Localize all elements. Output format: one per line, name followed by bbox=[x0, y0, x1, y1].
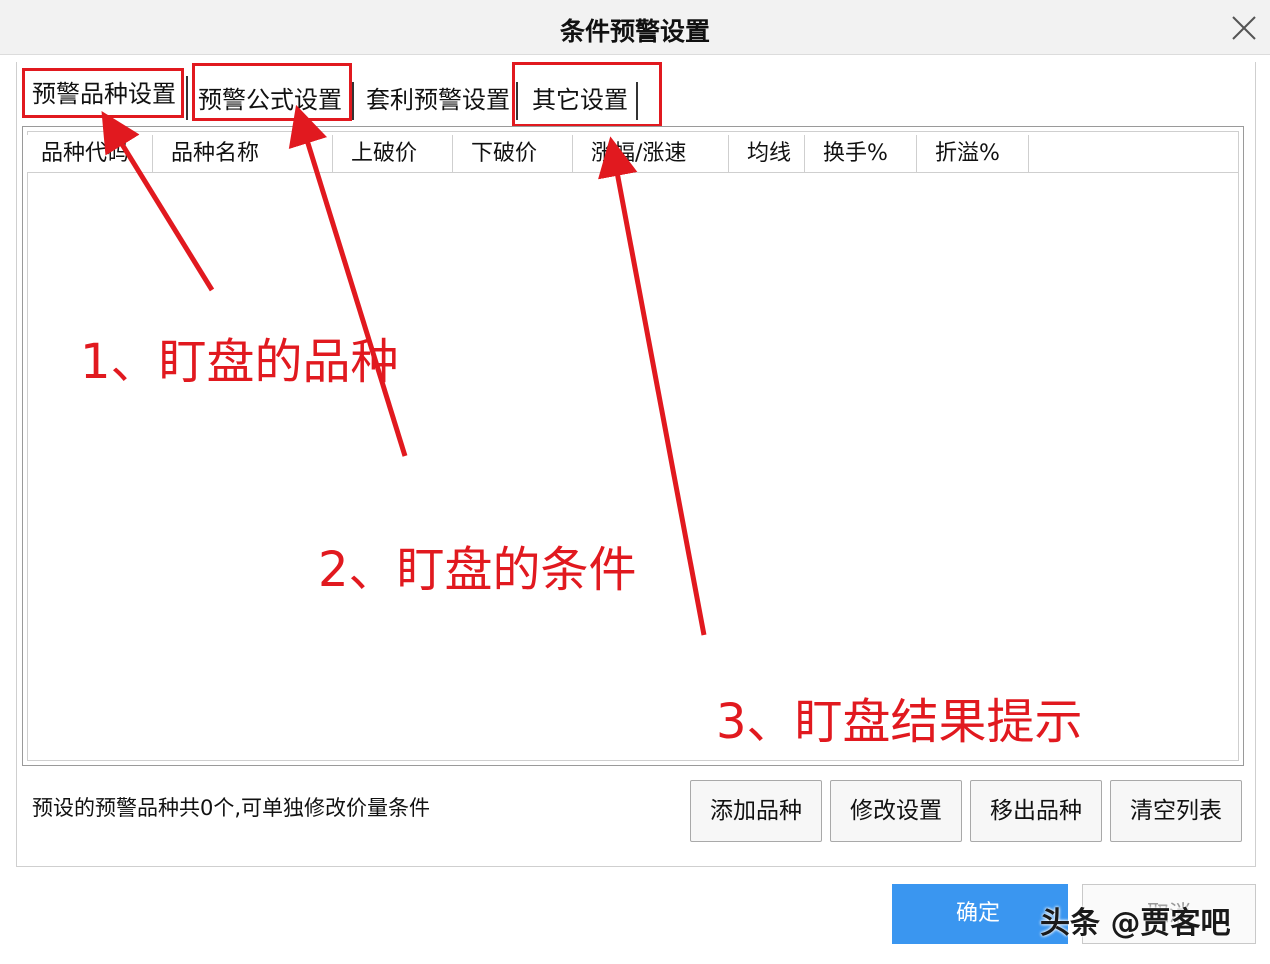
column-header-upper-break[interactable]: 上破价 bbox=[337, 135, 453, 173]
column-header-name[interactable]: 品种名称 bbox=[157, 135, 333, 173]
tab-other-settings[interactable]: 其它设置 bbox=[526, 80, 634, 120]
annotation-1: 1、盯盘的品种 bbox=[80, 334, 399, 390]
tab-separator bbox=[516, 82, 518, 120]
column-header-premium[interactable]: 折溢% bbox=[921, 135, 1029, 173]
watermark: 头条 @贾客吧 bbox=[1040, 906, 1231, 941]
tab-separator bbox=[636, 82, 638, 120]
tab-arbitrage-settings[interactable]: 套利预警设置 bbox=[360, 80, 516, 120]
window-title: 条件预警设置 bbox=[559, 17, 710, 46]
column-header-code[interactable]: 品种代码 bbox=[27, 135, 153, 173]
add-variety-button[interactable]: 添加品种 bbox=[690, 780, 822, 842]
tab-formula-settings[interactable]: 预警公式设置 bbox=[192, 80, 348, 120]
variety-list-body bbox=[27, 131, 1239, 761]
title-bar: 条件预警设置 bbox=[0, 0, 1270, 55]
column-header-change-speed[interactable]: 涨幅/涨速 bbox=[577, 135, 729, 173]
column-header-ma[interactable]: 均线 bbox=[733, 135, 805, 173]
column-header-lower-break[interactable]: 下破价 bbox=[457, 135, 573, 173]
clear-list-button[interactable]: 清空列表 bbox=[1110, 780, 1242, 842]
remove-variety-button[interactable]: 移出品种 bbox=[970, 780, 1102, 842]
tab-separator bbox=[186, 76, 188, 120]
variety-list[interactable]: 品种代码 品种名称 上破价 下破价 涨幅/涨速 均线 换手% 折溢% bbox=[22, 126, 1244, 766]
tab-variety-settings[interactable]: 预警品种设置 bbox=[26, 74, 182, 114]
modify-settings-button[interactable]: 修改设置 bbox=[830, 780, 962, 842]
annotation-2: 2、盯盘的条件 bbox=[318, 542, 637, 598]
annotation-3: 3、盯盘结果提示 bbox=[716, 694, 1083, 750]
status-text: 预设的预警品种共0个,可单独修改价量条件 bbox=[32, 796, 431, 820]
tab-separator bbox=[352, 82, 354, 120]
ok-button-label: 确定 bbox=[955, 901, 1000, 926]
close-button[interactable] bbox=[1230, 14, 1258, 42]
close-icon bbox=[1232, 16, 1256, 40]
header-divider bbox=[27, 172, 1239, 173]
column-header-turnover[interactable]: 换手% bbox=[809, 135, 917, 173]
